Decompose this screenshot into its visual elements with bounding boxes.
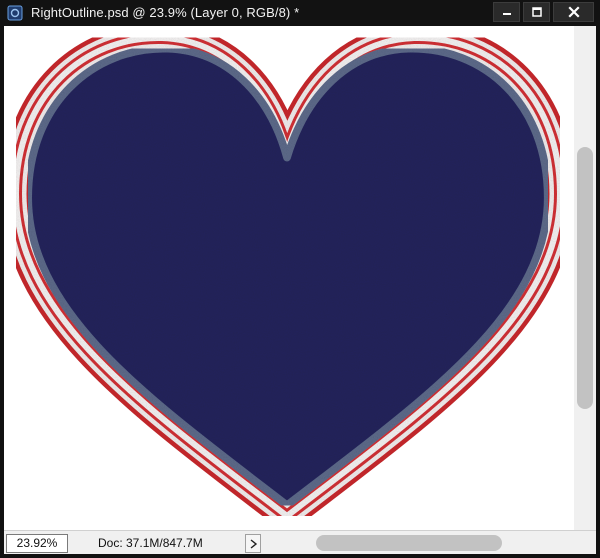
photoshop-document-icon xyxy=(7,5,23,21)
chevron-right-icon xyxy=(250,539,258,549)
window-title: RightOutline.psd @ 23.9% (Layer 0, RGB/8… xyxy=(31,5,300,20)
horizontal-scrollbar[interactable] xyxy=(263,532,574,554)
close-icon xyxy=(567,6,580,18)
horizontal-scroll-thumb[interactable] xyxy=(316,535,502,551)
document-window: RightOutline.psd @ 23.9% (Layer 0, RGB/8… xyxy=(0,0,600,558)
document-size-info[interactable]: Doc: 37.1M/847.7M xyxy=(98,536,203,550)
close-button[interactable] xyxy=(553,2,594,22)
vertical-scroll-thumb[interactable] xyxy=(577,147,593,409)
maximize-button[interactable] xyxy=(523,2,550,22)
vertical-scrollbar[interactable] xyxy=(574,26,596,530)
title-bar[interactable]: RightOutline.psd @ 23.9% (Layer 0, RGB/8… xyxy=(0,0,600,26)
heart-artwork xyxy=(4,26,574,530)
minimize-button[interactable] xyxy=(493,2,520,22)
maximize-icon xyxy=(531,7,542,17)
document-canvas[interactable] xyxy=(4,26,574,530)
status-menu-button[interactable] xyxy=(245,534,261,553)
status-bar: 23.92% Doc: 37.1M/847.7M xyxy=(4,530,596,554)
window-controls xyxy=(493,2,594,22)
zoom-level-field[interactable]: 23.92% xyxy=(6,534,68,553)
minimize-icon xyxy=(502,13,511,15)
